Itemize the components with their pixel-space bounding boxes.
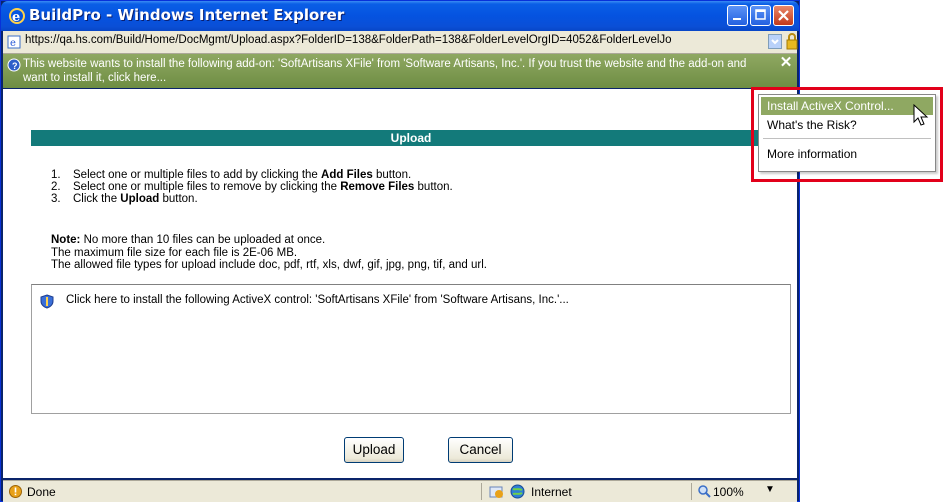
warning-icon <box>9 485 22 498</box>
info-icon: ? <box>7 58 21 72</box>
security-zone-text: Internet <box>531 485 572 499</box>
maximize-icon <box>755 9 766 20</box>
status-bar: Done Internet 100% ▼ <box>3 480 797 502</box>
infobar-close-icon[interactable]: ✕ <box>779 55 793 70</box>
window-title: BuildPro - Windows Internet Explorer <box>29 6 345 24</box>
zoom-level[interactable]: 100% <box>713 485 744 499</box>
instruction-step: 1. Select one or multiple files to add by… <box>51 169 412 181</box>
close-icon <box>778 10 789 21</box>
ie-window: e BuildPro - Windows Internet Explorer e… <box>0 0 800 502</box>
instruction-step: 2. Select one or multiple files to remove… <box>51 181 453 193</box>
page-icon: e <box>7 35 21 49</box>
instruction-step: 3. Click the Upload button. <box>51 193 198 205</box>
address-bar: e https://qa.hs.com/Build/Home/DocMgmt/U… <box>3 31 799 54</box>
lock-icon[interactable] <box>785 33 799 50</box>
shield-icon <box>40 294 54 309</box>
close-button[interactable] <box>773 5 794 26</box>
status-divider <box>481 483 482 500</box>
menu-item-install-activex[interactable]: Install ActiveX Control... <box>761 97 933 115</box>
status-divider <box>691 483 692 500</box>
menu-item-whats-the-risk[interactable]: What's the Risk? <box>761 116 933 134</box>
page-content: Upload 1. Select one or multiple files to… <box>3 89 797 478</box>
globe-icon <box>510 484 525 499</box>
cancel-button[interactable]: Cancel <box>448 437 513 463</box>
zoom-dropdown-icon[interactable]: ▼ <box>765 484 775 495</box>
activex-placeholder-box[interactable]: Click here to install the following Acti… <box>31 284 791 414</box>
svg-text:e: e <box>12 10 20 25</box>
note-line: Note: No more than 10 files can be uploa… <box>51 234 326 246</box>
dropdown-icon <box>771 39 779 45</box>
upload-button[interactable]: Upload <box>344 437 404 463</box>
ie-icon: e <box>9 8 25 25</box>
maximize-button[interactable] <box>750 5 771 26</box>
zoom-icon <box>698 485 711 498</box>
svg-text:e: e <box>10 38 16 49</box>
information-bar[interactable]: ? This website wants to install the foll… <box>3 54 797 88</box>
status-text: Done <box>27 485 56 499</box>
max-size-line: The maximum file size for each file is 2… <box>51 246 298 259</box>
infobar-message[interactable]: This website wants to install the follow… <box>23 57 773 85</box>
minimize-icon <box>733 18 741 20</box>
upload-notes: Note: No more than 10 files can be uploa… <box>51 234 487 272</box>
infobar-context-menu: Install ActiveX Control... What's the Ri… <box>758 94 936 172</box>
cursor-icon <box>913 104 929 126</box>
shield-icon[interactable] <box>489 484 504 499</box>
title-bar: e BuildPro - Windows Internet Explorer <box>1 1 799 31</box>
address-dropdown[interactable] <box>768 34 782 49</box>
activex-install-link[interactable]: Click here to install the following Acti… <box>66 294 569 306</box>
allowed-types-line: The allowed file types for upload includ… <box>51 259 487 271</box>
url-field[interactable]: https://qa.hs.com/Build/Home/DocMgmt/Upl… <box>25 34 765 50</box>
menu-item-more-information[interactable]: More information <box>761 145 933 163</box>
svg-text:?: ? <box>12 61 18 71</box>
minimize-button[interactable] <box>727 5 748 26</box>
menu-separator <box>763 138 931 139</box>
upload-header: Upload <box>31 130 791 146</box>
instruction-list: 1. Select one or multiple files to add by… <box>51 169 453 205</box>
